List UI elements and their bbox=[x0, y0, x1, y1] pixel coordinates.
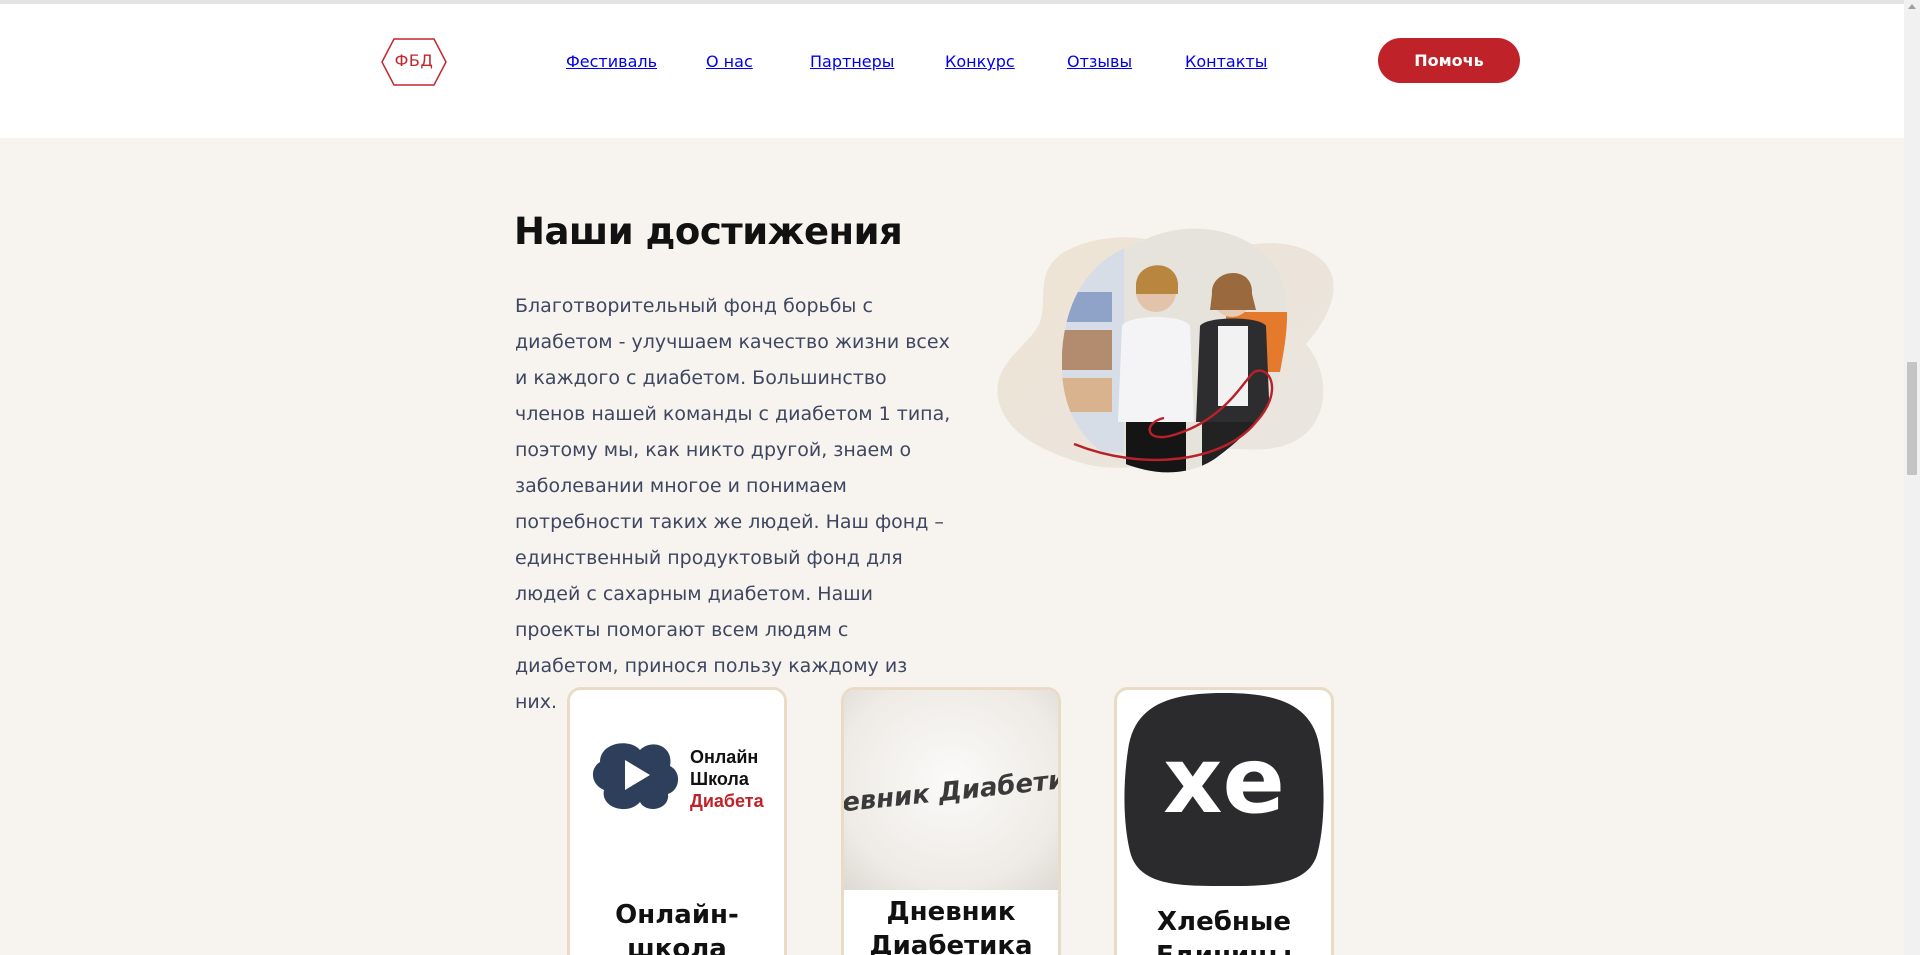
card-online-school[interactable]: Онлайн Школа Диабета Онлайн-школа диабет… bbox=[567, 687, 787, 955]
page-scrollbar[interactable] bbox=[1904, 0, 1920, 955]
scroll-up-arrow-icon[interactable] bbox=[1908, 4, 1916, 9]
bread-units-logo: xe bbox=[1117, 690, 1331, 890]
nav-festival[interactable]: Фестиваль bbox=[566, 52, 657, 71]
bread-units-logo-text: xe bbox=[1163, 727, 1285, 834]
online-school-logo-line2: Школа bbox=[690, 769, 750, 789]
card-title-bread-units: Хлебные Единицы bbox=[1156, 907, 1292, 955]
site-header: ФБД Фестиваль О нас Партнеры Конкурс Отз… bbox=[0, 4, 1904, 138]
help-button[interactable]: Помочь bbox=[1378, 38, 1520, 83]
scrollbar-thumb[interactable] bbox=[1907, 362, 1917, 475]
card-title-online-school: Онлайн-школа диабета bbox=[615, 900, 739, 955]
diabetic-diary-logo: Дневник Диабетика bbox=[844, 690, 1058, 890]
card-diabetic-diary[interactable]: Дневник Диабетика Дневник Диабетика bbox=[841, 687, 1061, 955]
nav-contest[interactable]: Конкурс bbox=[945, 52, 1015, 71]
fbd-logo[interactable]: ФБД bbox=[380, 37, 448, 87]
achievements-text: Благотворительный фонд борьбы с диабетом… bbox=[515, 295, 951, 713]
nav-about[interactable]: О нас bbox=[706, 52, 753, 71]
online-school-logo-line1: Онлайн bbox=[690, 747, 758, 767]
card-title-diabetic-diary: Дневник Диабетика bbox=[869, 897, 1033, 955]
card-bread-units[interactable]: xe Хлебные Единицы bbox=[1114, 687, 1334, 955]
logo-text: ФБД bbox=[394, 51, 434, 70]
online-school-logo: Онлайн Школа Диабета bbox=[570, 690, 784, 890]
nav-partners[interactable]: Партнеры bbox=[810, 52, 894, 71]
team-photo bbox=[994, 222, 1340, 480]
achievements-title: Наши достижения bbox=[514, 210, 903, 253]
nav-contacts[interactable]: Контакты bbox=[1185, 52, 1267, 71]
nav-reviews[interactable]: Отзывы bbox=[1067, 52, 1132, 71]
online-school-logo-line3: Диабета bbox=[690, 791, 765, 811]
